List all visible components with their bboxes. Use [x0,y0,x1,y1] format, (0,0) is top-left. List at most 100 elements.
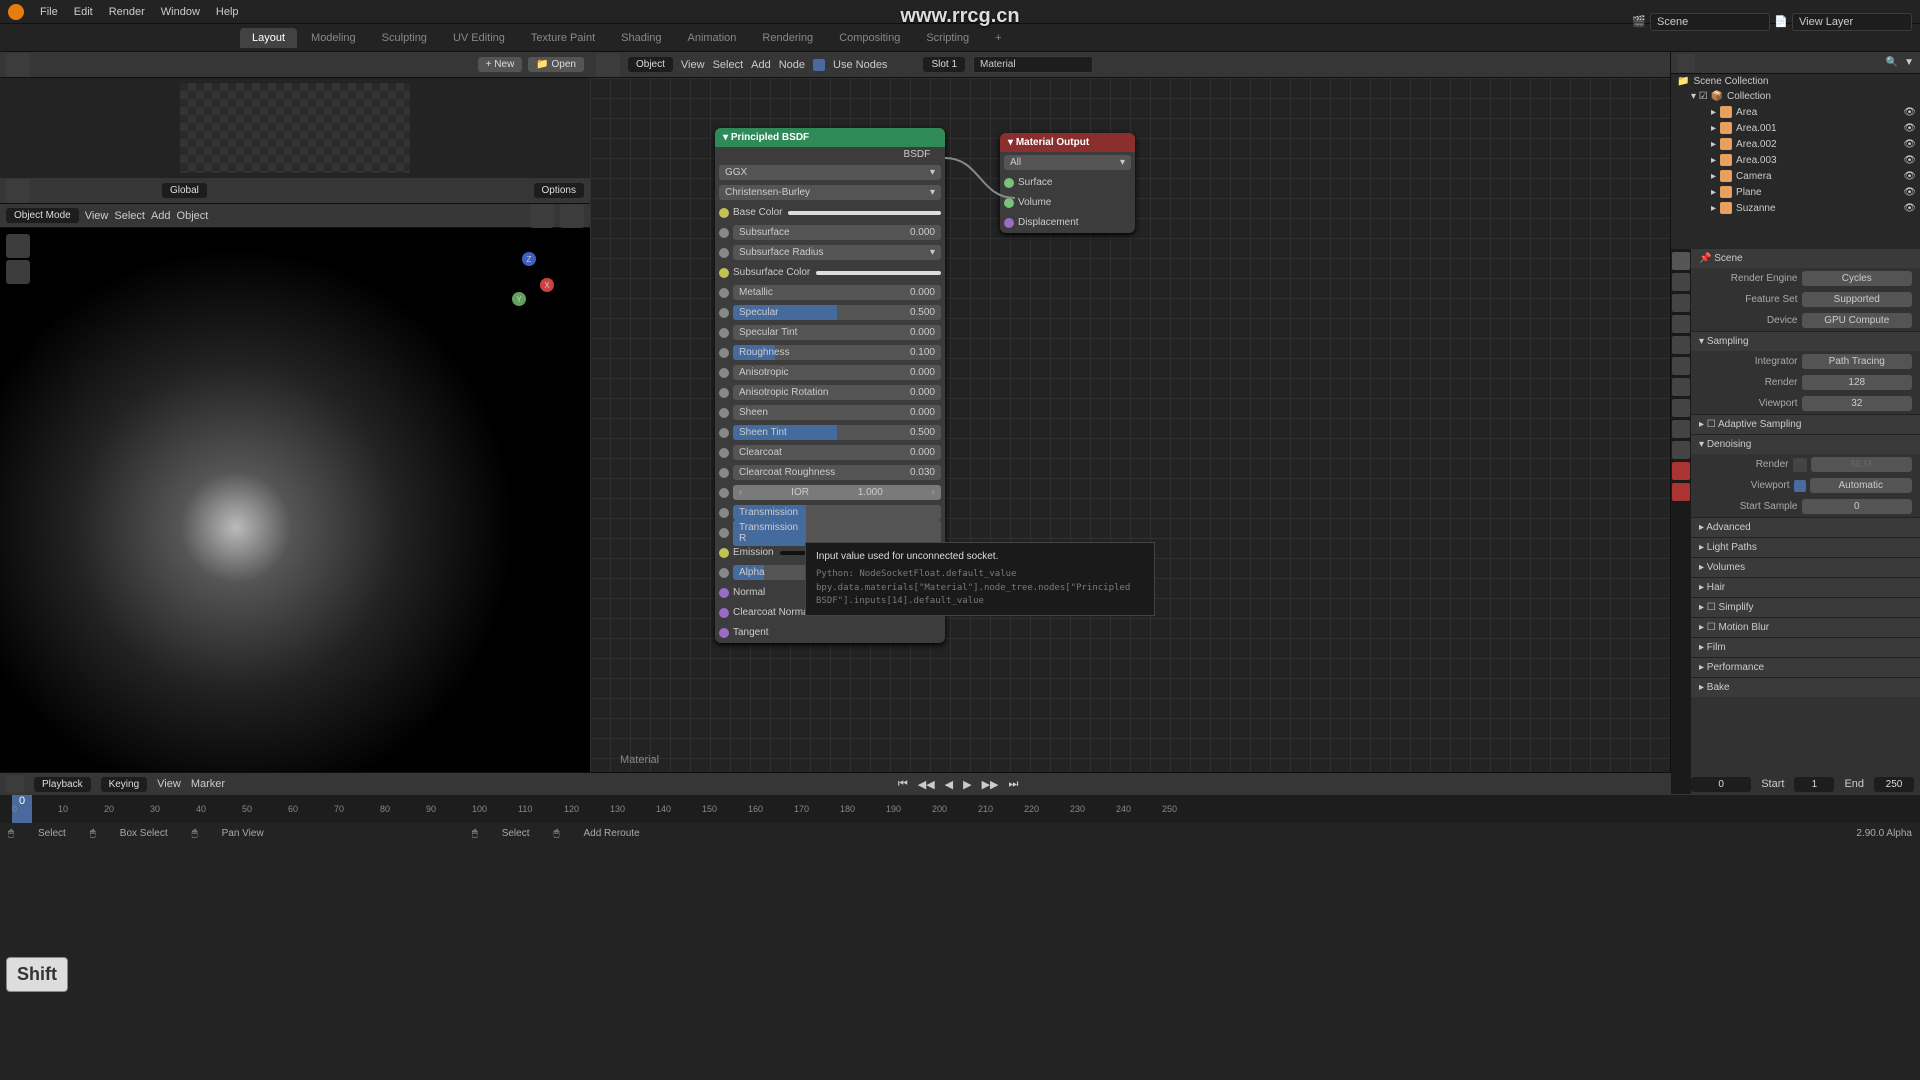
outliner[interactable]: 📁 Scene Collection ▾ ☑ 📦 Collection ▸ Ar… [1671,74,1920,249]
device-select[interactable]: GPU Compute [1802,313,1913,328]
output-target[interactable]: All▾ [1004,155,1131,170]
panel-advanced[interactable]: ▸ Advanced [1691,517,1920,537]
render-samples[interactable]: 128 [1802,375,1913,390]
socket-icon[interactable] [719,288,729,298]
tab-scene-icon[interactable] [1672,315,1690,333]
editor-type-shader-icon[interactable] [596,53,620,77]
socket-icon[interactable] [719,488,729,498]
feature-set-select[interactable]: Supported [1802,292,1913,307]
node-editor[interactable]: Object View Select Add Node Use Nodes Sl… [590,52,1670,772]
bsdf-input-clearcoat-roughness[interactable]: Clearcoat Roughness0.030 [719,463,941,482]
material-name-input[interactable] [973,56,1093,73]
bsdf-input-anisotropic[interactable]: Anisotropic0.000 [719,363,941,382]
menu-add-3d[interactable]: Add [151,210,171,222]
workspace-tab-shading[interactable]: Shading [609,28,673,48]
menu-help[interactable]: Help [216,6,239,18]
workspace-tab-compositing[interactable]: Compositing [827,28,912,48]
socket-icon[interactable] [719,468,729,478]
bsdf-input-metallic[interactable]: Metallic0.000 [719,283,941,302]
editor-type-outliner-icon[interactable] [1677,54,1695,72]
out-volume[interactable]: Volume [1018,197,1051,208]
playback-menu[interactable]: Playback [34,777,91,792]
bsdf-distribution[interactable]: GGX▾ [719,165,941,180]
outliner-item-camera[interactable]: ▸ Camera👁 [1671,168,1920,184]
play-reverse-icon[interactable]: ◀ [945,778,953,791]
outliner-item-area-001[interactable]: ▸ Area.001👁 [1671,120,1920,136]
socket-icon[interactable] [719,408,729,418]
visibility-icon[interactable]: 👁 [1903,123,1916,134]
bsdf-input-base-color[interactable]: Base Color [719,203,941,222]
socket-icon[interactable] [719,428,729,438]
editor-type-image-icon[interactable] [6,53,30,77]
timeline-ruler[interactable]: 0 01020304050607080901001101201301401501… [0,795,1920,823]
node-menu-node[interactable]: Node [779,59,805,71]
pin-icon[interactable]: 📌 [1699,253,1711,264]
bsdf-input-tangent[interactable]: Tangent [719,623,941,642]
material-slot[interactable]: Slot 1 [923,57,965,72]
tool-select-icon[interactable] [6,234,30,258]
render-engine-select[interactable]: Cycles [1802,271,1913,286]
menu-view-3d[interactable]: View [85,210,109,222]
workspace-tab-rendering[interactable]: Rendering [750,28,825,48]
panel-adaptive[interactable]: ▸ ☐ Adaptive Sampling [1691,414,1920,434]
visibility-icon[interactable]: 👁 [1903,203,1916,214]
panel-hair[interactable]: ▸ Hair [1691,577,1920,597]
tab-constraints-icon[interactable] [1672,441,1690,459]
panel-performance[interactable]: ▸ Performance [1691,657,1920,677]
panel-simplify[interactable]: ▸ ☐ Simplify [1691,597,1920,617]
bsdf-input-specular[interactable]: Specular0.500 [719,303,941,322]
tab-modifier-icon[interactable] [1672,378,1690,396]
tab-texture-icon[interactable] [1672,483,1690,501]
nav-gizmo[interactable]: X Y Z [500,248,560,308]
tab-output-icon[interactable] [1672,273,1690,291]
current-frame[interactable]: 0 [1691,777,1751,792]
panel-light-paths[interactable]: ▸ Light Paths [1691,537,1920,557]
outliner-item-area[interactable]: ▸ Area👁 [1671,104,1920,120]
panel-bake[interactable]: ▸ Bake [1691,677,1920,697]
tab-material-icon[interactable] [1672,462,1690,480]
mode-select[interactable]: Object Mode [6,208,79,223]
node-material-output[interactable]: ▾ Material Output All▾ Surface Volume Di… [1000,133,1135,233]
viewport-3d[interactable]: X Y Z [0,228,590,772]
prev-key-icon[interactable]: ◀◀ [918,778,935,791]
node-title-output[interactable]: ▾ Material Output [1000,133,1135,152]
filter-icon[interactable]: ▼ [1904,57,1914,68]
node-grid[interactable]: ▾ Principled BSDF BSDF GGX▾ Christensen-… [590,78,1670,772]
outliner-item-area-003[interactable]: ▸ Area.003👁 [1671,152,1920,168]
socket-icon[interactable] [719,388,729,398]
socket-icon[interactable] [719,248,729,258]
denoise-render-value[interactable]: NLM [1811,457,1913,472]
socket-icon[interactable] [719,448,729,458]
denoise-view-value[interactable]: Automatic [1810,478,1913,493]
shading-solid-icon[interactable] [530,204,554,228]
denoise-render-check[interactable] [1793,458,1807,472]
panel-denoising[interactable]: ▾ Denoising [1691,434,1920,454]
tab-particles-icon[interactable] [1672,399,1690,417]
next-key-icon[interactable]: ▶▶ [982,778,999,791]
socket-icon[interactable] [719,628,729,638]
workspace-tab-uv-editing[interactable]: UV Editing [441,28,517,48]
end-frame[interactable]: 250 [1874,777,1914,792]
bsdf-input-specular-tint[interactable]: Specular Tint0.000 [719,323,941,342]
integrator-select[interactable]: Path Tracing [1802,354,1913,369]
bsdf-input-roughness[interactable]: Roughness0.100 [719,343,941,362]
shader-type[interactable]: Object [628,57,673,72]
node-title-bsdf[interactable]: ▾ Principled BSDF [715,128,945,147]
jump-start-icon[interactable]: ⏮ [898,778,908,791]
editor-type-timeline-icon[interactable] [6,775,24,793]
workspace-tab-sculpting[interactable]: Sculpting [370,28,439,48]
socket-icon[interactable] [719,268,729,278]
use-nodes-checkbox[interactable] [813,59,825,71]
outliner-collection[interactable]: ▾ ☑ 📦 Collection [1671,89,1920,104]
bsdf-input-subsurface[interactable]: Subsurface0.000 [719,223,941,242]
panel-film[interactable]: ▸ Film [1691,637,1920,657]
start-sample-value[interactable]: 0 [1802,499,1913,514]
tool-cursor-icon[interactable] [6,260,30,284]
socket-icon[interactable] [719,508,729,518]
view-layer-input[interactable] [1792,13,1912,31]
menu-render[interactable]: Render [109,6,145,18]
visibility-icon[interactable]: 👁 [1903,139,1916,150]
visibility-icon[interactable]: 👁 [1903,187,1916,198]
socket-icon[interactable] [719,228,729,238]
visibility-icon[interactable]: 👁 [1903,107,1916,118]
